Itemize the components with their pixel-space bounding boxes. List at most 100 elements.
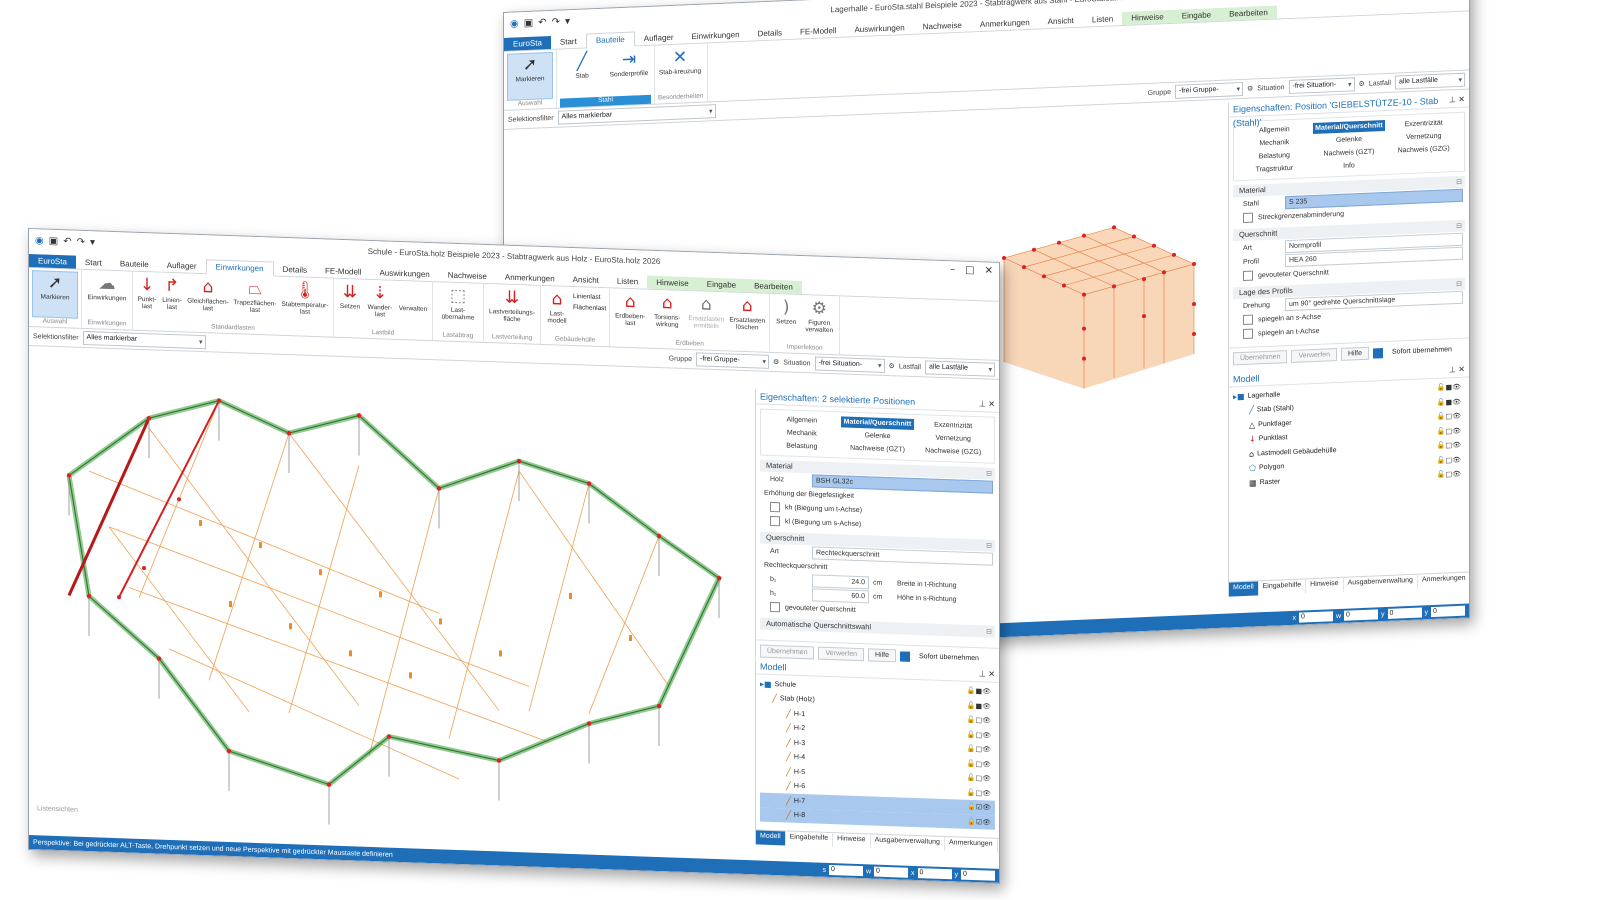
imperfektion-setzen-button[interactable]: ) Setzen xyxy=(773,296,799,344)
ptab-nachweise-gzg[interactable]: Nachweise (GZG) xyxy=(916,445,990,459)
coord-input[interactable]: 0 xyxy=(828,864,863,877)
wanderlast-button[interactable]: ⇣ Wander-last xyxy=(366,282,394,330)
situation-settings-icon[interactable]: ⚙ xyxy=(1359,80,1365,88)
tab-einwirkungen[interactable]: Einwirkungen xyxy=(683,28,749,44)
lastmodell-button[interactable]: ⌂ Last-modell xyxy=(544,288,570,336)
linienlast-small-button[interactable]: Linienlast xyxy=(573,293,606,301)
ptab-nachweise-gzt[interactable]: Nachweise (GZT) xyxy=(841,442,915,456)
btab-ausgabenverwaltung[interactable]: Ausgabenverwaltung xyxy=(870,834,945,852)
minimize-icon[interactable]: – xyxy=(950,264,955,275)
btab-modell[interactable]: Modell xyxy=(1229,581,1259,597)
coord-input[interactable]: 0 xyxy=(1387,607,1422,619)
linienlast-button[interactable]: ↱ Linien-last xyxy=(161,275,183,323)
figuren-verwalten-button[interactable]: ⚙ Figuren verwalten xyxy=(802,297,836,345)
maximize-icon[interactable]: □ xyxy=(965,265,974,276)
customize-icon[interactable]: ▾ xyxy=(90,237,95,248)
stabtemperaturlast-button[interactable]: 🌡 Stabtemperatur-last xyxy=(280,279,330,328)
redo-icon[interactable]: ↷ xyxy=(77,236,85,247)
coord-input[interactable]: 0 xyxy=(874,866,908,878)
pin-icon[interactable]: ⊥ ✕ xyxy=(1449,363,1465,378)
close-icon[interactable]: ✕ xyxy=(985,265,993,276)
visibility-flags[interactable]: 🔓□👁 xyxy=(967,745,991,754)
visibility-flags[interactable]: 🔓■👁 xyxy=(1437,398,1461,407)
pin-icon[interactable]: ⊥ ✕ xyxy=(979,397,995,412)
visibility-flags[interactable]: 🔓□👁 xyxy=(1437,456,1461,465)
kh-checkbox[interactable] xyxy=(770,501,780,513)
ersatzlasten-loeschen-button[interactable]: ⌂ Ersatzlasten löschen xyxy=(728,294,766,342)
tab-bearbeiten[interactable]: Bearbeiten xyxy=(745,279,802,295)
visibility-flags[interactable]: 🔓□👁 xyxy=(967,789,991,798)
ptab-vernetzung[interactable]: Vernetzung xyxy=(1387,130,1460,144)
visibility-flags[interactable]: 🔓□👁 xyxy=(1437,412,1461,421)
tab-eingabe[interactable]: Eingabe xyxy=(697,277,746,293)
gruppe-dropdown[interactable]: -frei Gruppe- xyxy=(696,352,769,369)
filter-settings-icon[interactable]: ⚙ xyxy=(1247,85,1253,93)
erdbebenlast-button[interactable]: ⌂ Erdbeben-last xyxy=(613,290,647,338)
save-icon[interactable]: ▣ xyxy=(524,17,533,28)
undo-icon[interactable]: ↶ xyxy=(538,17,546,28)
tab-nachweise[interactable]: Nachweise xyxy=(914,18,971,33)
sofort-checkbox[interactable] xyxy=(1373,347,1384,359)
ptab-mechanik[interactable]: Mechanik xyxy=(1238,136,1311,150)
customize-icon[interactable]: ▾ xyxy=(565,16,570,27)
visibility-flags[interactable]: 🔓■👁 xyxy=(967,687,991,696)
b-input[interactable]: 24.0 xyxy=(812,573,869,589)
btab-hinweise[interactable]: Hinweise xyxy=(1306,577,1344,594)
ptab-vernetzung[interactable]: Vernetzung xyxy=(916,432,990,446)
btab-anmerkungen[interactable]: Anmerkungen xyxy=(1417,572,1470,589)
tab-nachweise[interactable]: Nachweise xyxy=(439,268,496,283)
sonderprofile-button[interactable]: ⇥ Sonderprofile xyxy=(607,48,651,97)
situation-settings-icon[interactable]: ⚙ xyxy=(889,362,895,370)
btab-hinweise[interactable]: Hinweise xyxy=(833,833,871,849)
streck-checkbox[interactable] xyxy=(1243,212,1253,223)
uebernehmen-button[interactable]: Übernehmen xyxy=(760,644,815,660)
tab-auflager[interactable]: Auflager xyxy=(158,259,206,274)
selection-filter-dropdown[interactable]: Alles markierbar xyxy=(557,104,716,125)
stabkreuzung-button[interactable]: ✕ Stab-kreuzung xyxy=(658,46,702,95)
pin-icon[interactable]: ⊥ ✕ xyxy=(1449,93,1465,108)
visibility-flags[interactable]: 🔓□👁 xyxy=(967,774,991,783)
gevoutet-checkbox[interactable] xyxy=(1243,270,1253,281)
btab-anmerkungen[interactable]: Anmerkungen xyxy=(944,837,998,853)
verwalten-button[interactable]: Verwalten xyxy=(397,283,429,331)
ptab-nachweis-gzt[interactable]: Nachweis (GZT) xyxy=(1313,146,1386,160)
ptab-material[interactable]: Material/Querschnitt xyxy=(1312,120,1386,135)
btab-ausgabenverwaltung[interactable]: Ausgabenverwaltung xyxy=(1343,574,1418,592)
lastverteilungsflaeche-button[interactable]: ⇊ Lastverteilungs-fläche xyxy=(487,286,537,335)
ptab-mechanik[interactable]: Mechanik xyxy=(765,427,839,441)
markieren-button[interactable]: ➚ Markieren xyxy=(32,270,78,319)
flaechenlast-small-button[interactable]: Flächenlast xyxy=(573,304,606,312)
coord-input[interactable]: 0 xyxy=(1431,605,1465,618)
gevoutet-checkbox[interactable] xyxy=(770,601,780,613)
coord-input[interactable]: 0 xyxy=(961,869,995,881)
spiegel-t-checkbox[interactable] xyxy=(1243,328,1253,339)
tab-eurosta[interactable]: EuroSta xyxy=(504,35,551,51)
punktlast-button[interactable]: ↓ Punkt-last xyxy=(136,274,158,322)
lastuebernahme-button[interactable]: ⬚ Last-übernahme xyxy=(436,284,480,333)
visibility-flags[interactable]: 🔓□👁 xyxy=(1437,427,1461,436)
selection-filter-dropdown[interactable]: Alles markierbar xyxy=(82,330,206,350)
torsionswirkung-button[interactable]: ⌂ Torsions-wirkung xyxy=(650,292,684,340)
section-auto-querschnitt[interactable]: Automatische Querschnittswahl xyxy=(760,617,995,638)
tab-bauteile[interactable]: Bauteile xyxy=(111,257,158,272)
ptab-allgemein[interactable]: Allgemein xyxy=(765,414,839,428)
tab-auswirkungen[interactable]: Auswirkungen xyxy=(370,266,438,281)
lastfall-dropdown[interactable]: alle Lastfälle xyxy=(925,360,995,377)
ptab-material[interactable]: Material/Querschnitt xyxy=(840,416,915,430)
tab-eurosta[interactable]: EuroSta xyxy=(29,254,76,269)
visibility-flags[interactable]: 🔓□👁 xyxy=(967,760,991,769)
hilfe-button[interactable]: Hilfe xyxy=(1341,346,1370,361)
tab-fe-modell[interactable]: FE-Modell xyxy=(791,24,845,39)
redo-icon[interactable]: ↷ xyxy=(552,16,560,27)
kl-checkbox[interactable] xyxy=(770,515,780,527)
tab-hinweise[interactable]: Hinweise xyxy=(1122,9,1173,26)
visibility-flags[interactable]: 🔓□👁 xyxy=(1437,441,1461,450)
gruppe-dropdown[interactable]: -frei Gruppe- xyxy=(1175,81,1243,99)
btab-eingabehilfe[interactable]: Eingabehilfe xyxy=(1258,579,1307,596)
hilfe-button[interactable]: Hilfe xyxy=(868,648,897,663)
tab-listen[interactable]: Listen xyxy=(608,274,647,288)
setzen-button[interactable]: ⇊ Setzen xyxy=(337,281,363,329)
ptab-tragstruktur[interactable]: Tragstruktur xyxy=(1238,162,1311,176)
visibility-flags[interactable]: 🔓☑👁 xyxy=(967,818,991,827)
tab-start[interactable]: Start xyxy=(76,256,111,270)
